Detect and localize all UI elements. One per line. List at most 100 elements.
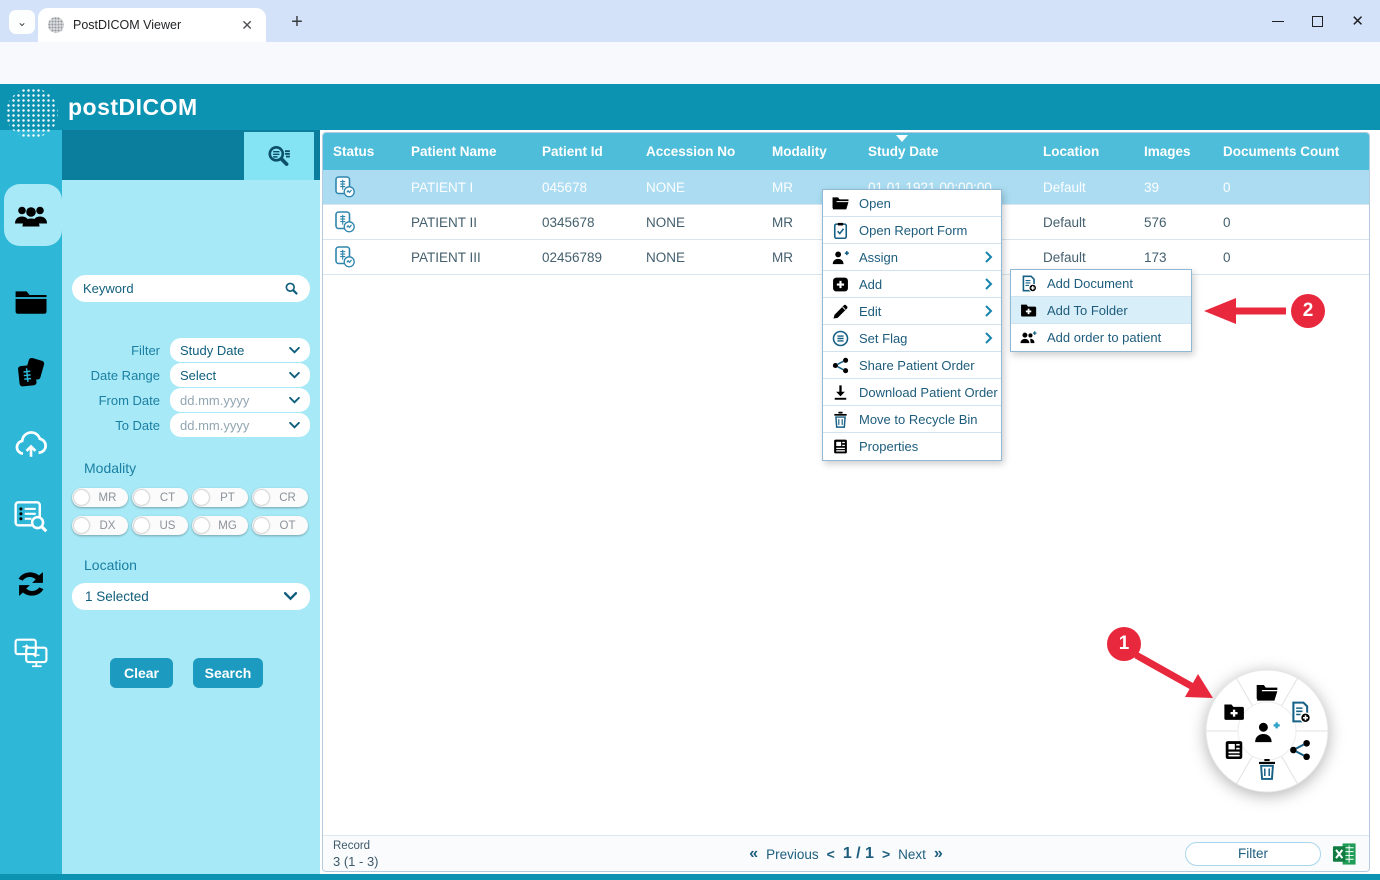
modality-toggle-ot[interactable]: OT [252, 516, 308, 535]
sidebar-item-folders[interactable] [14, 285, 48, 319]
keyword-input[interactable] [83, 281, 284, 296]
menu-item-set-flag[interactable]: Set Flag [823, 325, 1001, 352]
annotation-step-2-badge: 2 [1291, 294, 1325, 328]
window-close-button[interactable]: ✕ [1351, 14, 1364, 29]
sidebar-item-patients[interactable] [14, 198, 48, 232]
modality-toggle-cr[interactable]: CR [252, 488, 308, 507]
column-header-accession-no[interactable]: Accession No [636, 133, 762, 170]
menu-item-share-patient-order[interactable]: Share Patient Order [823, 352, 1001, 379]
chevron-down-icon [284, 592, 297, 601]
next-page-button[interactable]: Next [898, 847, 926, 862]
column-header-status[interactable]: Status [323, 133, 401, 170]
sidebar-item-upload[interactable] [14, 427, 48, 461]
previous-page-icon[interactable]: < [827, 846, 835, 862]
modality-label: Modality [84, 460, 136, 476]
submenu-chevron-icon [985, 305, 993, 317]
new-tab-button[interactable]: + [283, 9, 311, 37]
modality-toggle-mr[interactable]: MR [72, 488, 128, 507]
tab-close-icon[interactable]: ✕ [238, 17, 256, 34]
from-date-select[interactable]: dd.mm.yyyy [170, 388, 310, 412]
cell-documents: 0 [1213, 170, 1369, 204]
menu-item-edit[interactable]: Edit [823, 298, 1001, 325]
previous-page-button[interactable]: Previous [766, 847, 819, 862]
menu-item-open[interactable]: Open [823, 190, 1001, 217]
sidebar-item-studies[interactable] [14, 356, 48, 390]
sort-descending-icon [896, 135, 908, 142]
to-date-select[interactable]: dd.mm.yyyy [170, 413, 310, 437]
browser-tab-title: PostDICOM Viewer [73, 18, 238, 32]
menu-item-assign[interactable]: Assign [823, 244, 1001, 271]
radial-add-document-icon[interactable] [1289, 701, 1311, 723]
modality-cr-label: CR [269, 492, 306, 504]
record-label: Record [333, 839, 379, 854]
radial-assign-person-icon[interactable] [1254, 719, 1280, 745]
filter-select[interactable]: Study Date [170, 338, 310, 362]
column-header-images[interactable]: Images [1134, 133, 1213, 170]
menu-item-download-patient-order[interactable]: Download Patient Order [823, 379, 1001, 406]
page-indicator: 1 / 1 [843, 845, 874, 863]
column-header-patient-id[interactable]: Patient Id [532, 133, 636, 170]
advanced-search-icon [266, 143, 292, 169]
modality-mr-label: MR [89, 492, 126, 504]
tab-advanced-search[interactable] [244, 132, 314, 180]
report-form-icon [832, 222, 849, 239]
menu-item-properties[interactable]: Properties [823, 433, 1001, 460]
radial-trash-icon[interactable] [1256, 758, 1278, 780]
column-header-study-date[interactable]: Study Date [858, 133, 1033, 170]
radial-quick-menu [1205, 669, 1329, 793]
cell-documents: 0 [1213, 205, 1369, 239]
menu-item-open-report-form[interactable]: Open Report Form [823, 217, 1001, 244]
filter-label: Filter [62, 338, 160, 363]
browser-toolbar: ← → ↻ germany.postdicom.com/Viewer/Main … [0, 42, 1380, 84]
submenu-item-add-to-folder[interactable]: Add To Folder [1011, 297, 1191, 324]
column-header-patient-name[interactable]: Patient Name [401, 133, 532, 170]
column-header-documents-count[interactable]: Documents Count [1213, 133, 1369, 170]
cell-accession-no: NONE [636, 170, 762, 204]
column-header-modality[interactable]: Modality [762, 133, 858, 170]
radial-add-to-folder-icon[interactable] [1223, 701, 1245, 723]
from-date-label: From Date [62, 388, 160, 413]
modality-toggle-mg[interactable]: MG [192, 516, 248, 535]
browser-tab[interactable]: PostDICOM Viewer ✕ [38, 8, 266, 42]
cell-patient-id: 045678 [532, 170, 636, 204]
radial-open-folder-icon[interactable] [1256, 682, 1278, 704]
annotation-step-1-badge: 1 [1107, 627, 1141, 661]
document-plus-icon [1020, 275, 1037, 292]
next-page-icon[interactable]: > [882, 846, 890, 862]
trash-icon [832, 411, 849, 428]
properties-icon [832, 438, 849, 455]
date-range-select[interactable]: Select [170, 363, 310, 387]
sidebar-item-sync[interactable] [14, 567, 48, 601]
last-page-icon[interactable]: » [934, 845, 943, 863]
radial-properties-icon[interactable] [1223, 739, 1245, 761]
modality-toggle-dx[interactable]: DX [72, 516, 128, 535]
modality-dx-label: DX [89, 520, 126, 532]
modality-toggle-us[interactable]: US [132, 516, 188, 535]
export-excel-icon[interactable] [1332, 841, 1357, 867]
first-page-icon[interactable]: « [749, 845, 758, 863]
submenu-item-add-order-to-patient[interactable]: Add order to patient [1011, 324, 1191, 351]
modality-toggle-pt[interactable]: PT [192, 488, 248, 507]
modality-toggle-ct[interactable]: CT [132, 488, 188, 507]
menu-item-add[interactable]: Add [823, 271, 1001, 298]
sidebar [0, 130, 62, 874]
filter-value: Study Date [180, 343, 289, 358]
cell-location: Default [1033, 170, 1134, 204]
clear-button[interactable]: Clear [110, 658, 173, 688]
submenu-item-add-document[interactable]: Add Document [1011, 270, 1191, 297]
search-panel: Search Filter Study Date Date Range Sele… [62, 130, 320, 874]
minimize-button[interactable] [1272, 21, 1284, 22]
location-select[interactable]: 1 Selected [72, 583, 310, 610]
filter-button[interactable]: Filter [1185, 842, 1321, 866]
tab-search-button[interactable]: ⌄ [9, 10, 35, 34]
keyword-field[interactable] [72, 275, 310, 302]
record-range: 3 (1 - 3) [333, 854, 379, 871]
maximize-button[interactable] [1312, 16, 1323, 27]
menu-item-move-to-recycle-bin[interactable]: Move to Recycle Bin [823, 406, 1001, 433]
column-header-location[interactable]: Location [1033, 133, 1134, 170]
search-button[interactable]: Search [193, 658, 263, 688]
plus-square-icon [832, 276, 849, 293]
sidebar-item-remote-devices[interactable] [14, 636, 48, 670]
radial-share-icon[interactable] [1289, 739, 1311, 761]
sidebar-item-order-list[interactable] [14, 499, 48, 533]
